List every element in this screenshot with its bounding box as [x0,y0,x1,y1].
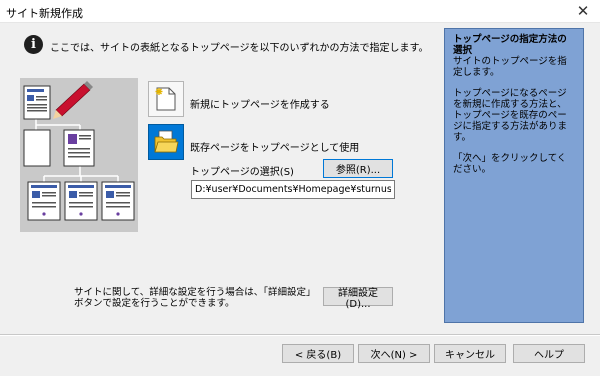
window-title: サイト新規作成 [6,7,83,20]
cancel-button[interactable]: キャンセル [434,344,506,363]
open-folder-icon [154,130,179,153]
toppage-path-input[interactable] [191,180,395,199]
back-button[interactable]: < 戻る(B) [282,344,354,363]
close-icon[interactable]: ✕ [566,0,600,22]
title-bar: サイト新規作成 ✕ [0,0,600,23]
new-document-icon [155,87,176,111]
new-page-option-icon[interactable] [148,81,184,117]
browse-button[interactable]: 参照(R)... [323,159,393,178]
side-panel-title: トップページの指定方法の選択 [453,34,567,56]
intro-text: ここでは、サイトの表紙となるトップページを以下のいずれかの方法で指定します。 [50,43,429,54]
side-panel-paragraph: サイトのトップページを指定します。 [453,56,567,78]
next-button[interactable]: 次へ(N) > [358,344,430,363]
existing-page-option-icon[interactable] [148,124,184,160]
detail-settings-description: サイトに関して、詳細な設定を行う場合は、「詳細設定」ボタンで設定を行うことができ… [74,287,316,309]
new-page-option-label[interactable]: 新規にトップページを作成する [190,96,330,111]
existing-page-option-label[interactable]: 既存ページをトップページとして使用 [190,139,359,154]
help-button[interactable]: ヘルプ [513,344,585,363]
help-side-panel: トップページの指定方法の選択 サイトのトップページを指定します。 トップページに… [444,28,584,323]
info-icon: i [24,35,43,54]
side-panel-paragraph: 「次へ」をクリックしてください。 [453,153,567,175]
footer-separator [0,334,600,336]
site-structure-illustration [20,78,138,232]
side-panel-paragraph: トップページになるページを新規に作成する方法と、トップページを既存のページに指定… [453,88,568,143]
toppage-select-label: トップページの選択(S) [190,167,294,178]
detail-settings-button[interactable]: 詳細設定(D)... [323,287,393,310]
